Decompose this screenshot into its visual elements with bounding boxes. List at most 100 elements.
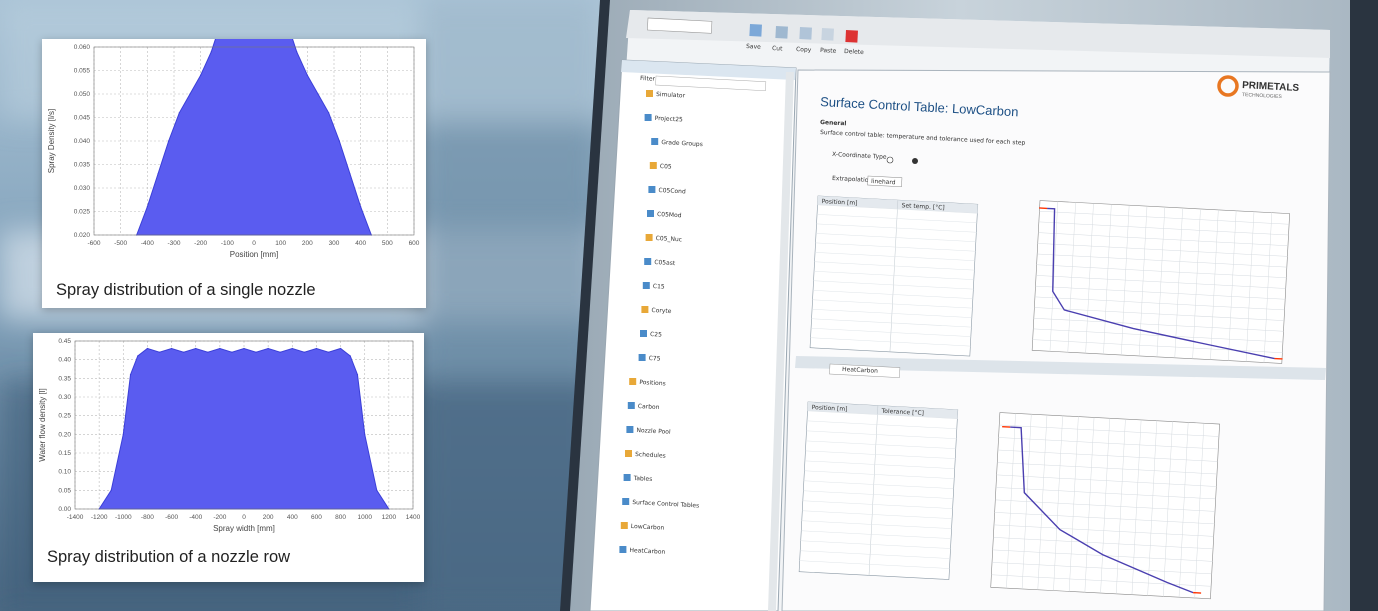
y-tick-label: 0.020 xyxy=(74,232,91,239)
data-point xyxy=(183,351,185,353)
tree-node-icon xyxy=(644,114,652,121)
data-point xyxy=(317,93,319,95)
tolerance-table: Position [m] Tolerance [°C] xyxy=(798,401,959,580)
tree-item[interactable]: C05 xyxy=(660,163,672,171)
tree-item[interactable]: Positions xyxy=(639,379,666,387)
radio-ap[interactable] xyxy=(886,156,894,164)
toolbar-save[interactable]: Save xyxy=(746,43,761,51)
tree-node-icon xyxy=(644,258,652,265)
toolbar-cut[interactable]: Cut xyxy=(772,45,783,53)
data-point xyxy=(376,489,378,491)
x-tick-label: -200 xyxy=(213,514,226,521)
tree-node-icon xyxy=(649,162,657,169)
x-tick-label: -1200 xyxy=(91,514,108,521)
x-tick-label: 200 xyxy=(263,514,274,521)
chart-single-nozzle: -600 -500 -400 -300 -200 -100 0 100 200 300 400 500… xyxy=(47,39,420,259)
radio-position[interactable] xyxy=(912,158,918,164)
data-point xyxy=(146,206,148,208)
x-tick-label: 600 xyxy=(311,514,322,521)
data-point xyxy=(303,351,305,353)
tree-item[interactable]: C75 xyxy=(648,355,660,363)
data-point xyxy=(157,173,159,175)
y-tick-label: 0.025 xyxy=(74,209,91,216)
data-point xyxy=(168,140,170,142)
y-tick-label: 0.050 xyxy=(74,91,91,98)
y-tick-label: 0.00 xyxy=(58,506,71,513)
tree-item[interactable]: Coryte xyxy=(651,307,672,315)
tree-node-icon xyxy=(619,546,627,553)
x-tick-label: 600 xyxy=(409,240,420,247)
data-point xyxy=(338,140,340,142)
tree-item[interactable]: C05_Nuc xyxy=(655,235,682,243)
data-point xyxy=(339,347,342,350)
x-tick-label: 800 xyxy=(335,514,346,521)
x-tick-label: 0 xyxy=(252,240,256,247)
x-tick-label: -100 xyxy=(221,240,234,247)
y-tick-label: 0.040 xyxy=(74,138,91,145)
y-tick-label: 0.055 xyxy=(74,68,91,75)
data-point xyxy=(364,433,366,435)
data-point xyxy=(122,433,124,435)
x-tick-label: -500 xyxy=(114,240,127,247)
y-tick-label: 0.045 xyxy=(74,115,91,122)
tree-node-icon xyxy=(646,90,653,97)
tree-item[interactable]: C25 xyxy=(650,331,662,339)
x-tick-label: 200 xyxy=(302,240,313,247)
x-tick-label: -600 xyxy=(87,240,100,247)
y-tick-label: 0.05 xyxy=(58,487,71,494)
y-tick-label: 0.35 xyxy=(58,375,71,382)
tree-node-icon xyxy=(620,522,628,529)
x-tick-label: 300 xyxy=(329,240,340,247)
x-tick-label: -600 xyxy=(165,514,178,521)
x-tick-label: -400 xyxy=(141,240,154,247)
tree-item[interactable]: Carbon xyxy=(638,403,660,411)
data-point xyxy=(349,173,351,175)
tree-item[interactable]: Project25 xyxy=(654,115,683,123)
data-point xyxy=(356,374,359,376)
y-tick-label: 0.40 xyxy=(58,357,71,364)
data-point xyxy=(110,489,112,491)
y-tick-label: 0.20 xyxy=(58,431,71,438)
y-tick-label: 0.030 xyxy=(74,185,91,192)
data-point xyxy=(315,347,318,350)
tree-node-icon xyxy=(641,306,649,313)
y-tick-label: 0.10 xyxy=(58,469,71,476)
chart-card-nozzle-row: -1400 -1200 -1000 -800 -600 -400 -200 0 200 400 60… xyxy=(33,333,424,582)
temperature-chart xyxy=(1031,200,1290,364)
tree-item[interactable]: C05ast xyxy=(654,259,676,267)
x-tick-label: -400 xyxy=(189,514,202,521)
x-tick-label: -800 xyxy=(141,514,154,521)
y-axis-label: Spray Density [l/s] xyxy=(47,109,56,173)
x-tick-label: -300 xyxy=(167,240,180,247)
tree-item[interactable]: C05Mod xyxy=(657,211,682,219)
tree-node-icon xyxy=(629,378,637,385)
tree-node-icon xyxy=(638,354,646,361)
filter-label: Filter xyxy=(640,75,656,83)
toolbar-paste[interactable]: Paste xyxy=(820,47,837,55)
tree-node-icon xyxy=(651,138,659,145)
monitor-screenshot: Save Cut Copy Paste Delete Filter Simula… xyxy=(560,0,1378,611)
data-point xyxy=(306,74,308,76)
tolerance-chart xyxy=(990,412,1220,600)
y-tick-label: 0.15 xyxy=(58,450,71,457)
tree-item[interactable]: C05Cond xyxy=(658,187,686,195)
y-tick-label: 0.25 xyxy=(58,413,71,420)
area-series xyxy=(135,39,373,236)
toolbar-delete[interactable]: Delete xyxy=(844,48,864,56)
y-tick-label: 0.060 xyxy=(74,44,91,51)
x-tick-label: -1400 xyxy=(67,514,84,521)
chart-card-single-nozzle: -600 -500 -400 -300 -200 -100 0 100 200 300 400 500… xyxy=(42,39,426,308)
data-point xyxy=(279,351,281,353)
data-point xyxy=(129,374,132,376)
data-point xyxy=(195,347,197,350)
data-point xyxy=(200,74,202,76)
y-tick-label: 0.30 xyxy=(58,394,71,401)
data-point xyxy=(137,355,139,357)
data-point xyxy=(178,112,180,114)
tree-item[interactable]: Tables xyxy=(632,475,652,483)
data-point xyxy=(360,206,362,208)
tree-item[interactable]: C15 xyxy=(653,283,665,291)
toolbar-copy[interactable]: Copy xyxy=(796,46,812,54)
tree-node-icon xyxy=(626,426,634,433)
x-tick-label: 100 xyxy=(275,240,286,247)
